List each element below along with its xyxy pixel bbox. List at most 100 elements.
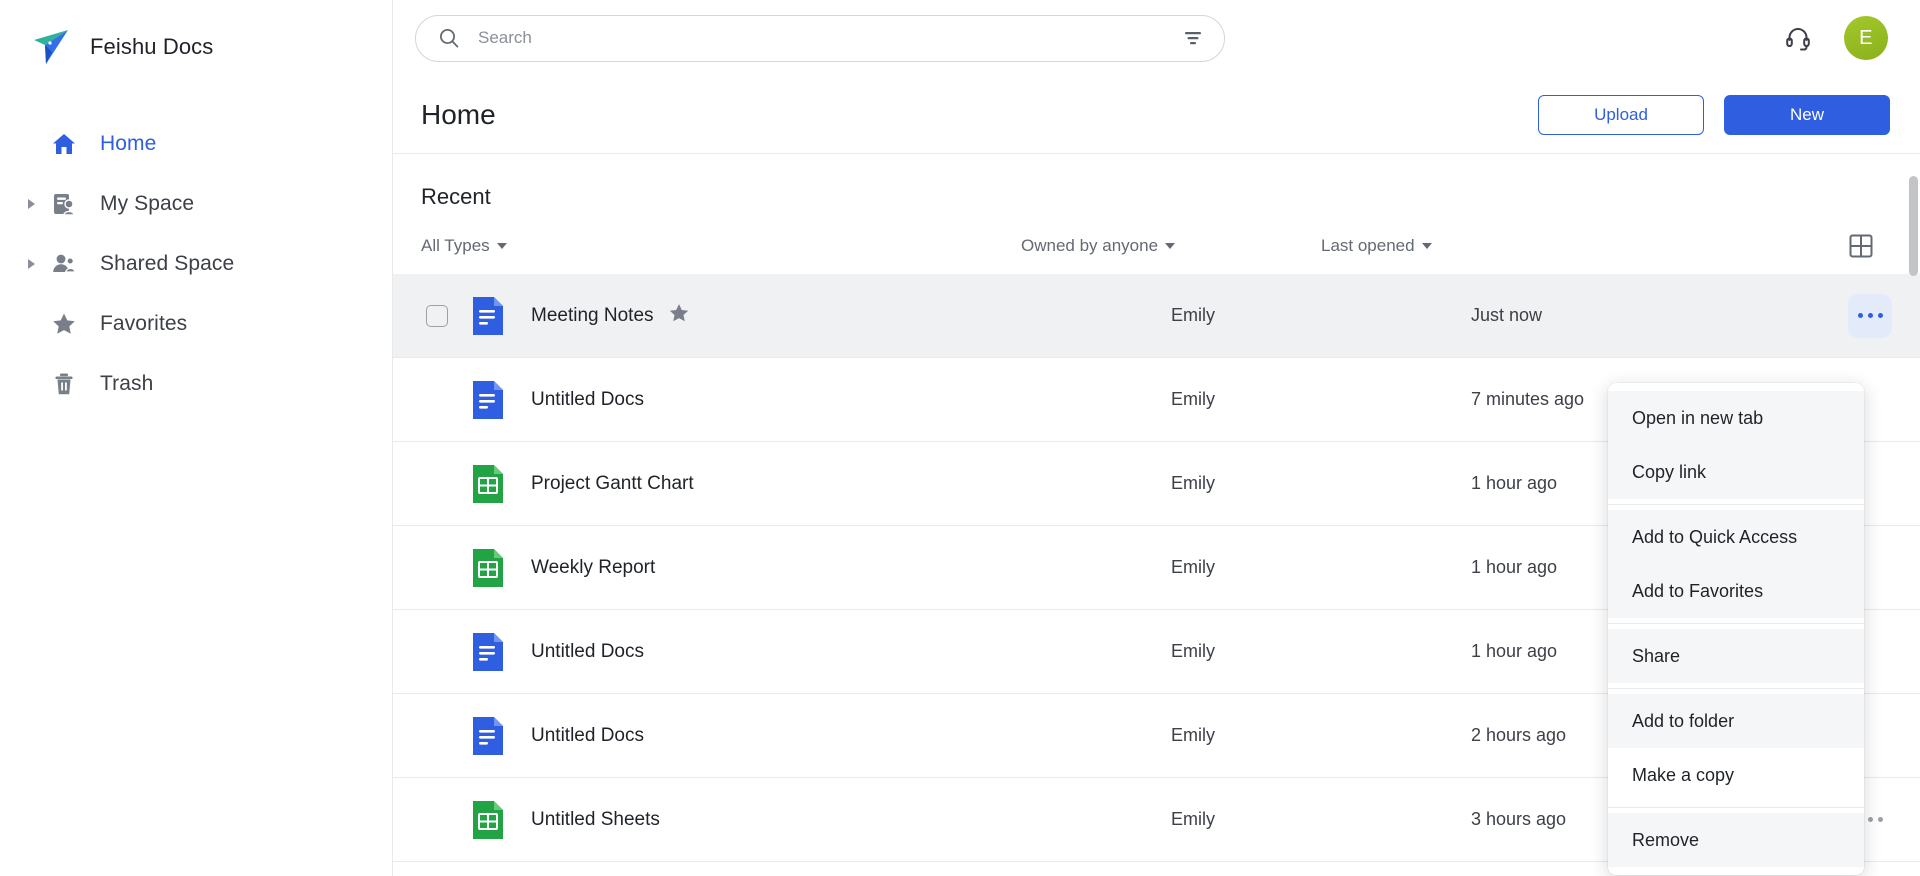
menu-divider: [1608, 623, 1864, 624]
vertical-scrollbar[interactable]: [1906, 154, 1920, 876]
my-space-icon: [44, 191, 84, 217]
sidebar-item-label: My Space: [100, 192, 195, 215]
row-checkbox[interactable]: [426, 304, 448, 327]
menu-group: Share: [1608, 629, 1864, 683]
section-title: Recent: [421, 184, 491, 209]
more-dot: [1867, 817, 1873, 822]
menu-divider: [1608, 807, 1864, 808]
row-name-cell: Project Gantt Chart: [531, 473, 1171, 495]
brand-title: Feishu Docs: [90, 34, 214, 59]
table-header: All Types Owned by anyone Last opened: [393, 218, 1920, 274]
sidebar-item-label: Trash: [100, 372, 154, 395]
upload-button[interactable]: Upload: [1538, 94, 1704, 135]
avatar[interactable]: E: [1844, 16, 1888, 60]
row-name-cell: Meeting Notes: [531, 302, 1171, 330]
chevron-right-icon[interactable]: [18, 198, 44, 210]
menu-item-share[interactable]: Share: [1608, 629, 1864, 683]
headset-icon[interactable]: [1780, 20, 1816, 56]
sidebar-item-label: Favorites: [100, 312, 188, 335]
more-dot: [1877, 313, 1883, 318]
search-input[interactable]: [478, 28, 1182, 48]
doc-icon: [471, 631, 525, 673]
sheet-icon: [471, 463, 525, 505]
trash-icon: [44, 371, 84, 397]
menu-group: Remove: [1608, 813, 1864, 867]
row-owner-cell: Emily: [1171, 557, 1215, 577]
row-name-label: Untitled Docs: [531, 724, 644, 746]
shared-space-icon: [44, 251, 84, 277]
app-window: Feishu Docs Home My Space Shared Space F…: [0, 0, 1920, 876]
top-bar: E: [393, 0, 1920, 76]
filter-all-types-label: All Types: [421, 236, 490, 255]
brand[interactable]: Feishu Docs: [0, 18, 392, 76]
filter-last-opened[interactable]: Last opened: [1321, 236, 1848, 256]
row-name-label: Untitled Docs: [531, 388, 644, 410]
menu-item-add-to-folder[interactable]: Add to folder: [1608, 694, 1864, 748]
menu-group: Add to folder Make a copy: [1608, 694, 1864, 802]
search-icon: [438, 27, 462, 49]
row-owner-cell: Emily: [1171, 641, 1215, 661]
sidebar-item-home[interactable]: Home: [14, 114, 378, 174]
sheet-icon: [471, 547, 525, 589]
filter-owner-label: Owned by anyone: [1021, 236, 1159, 255]
menu-group: Add to Quick Access Add to Favorites: [1608, 510, 1864, 618]
context-menu: Open in new tab Copy link Add to Quick A…: [1608, 383, 1864, 875]
chevron-down-icon: [496, 243, 507, 249]
scrollbar-thumb[interactable]: [1909, 176, 1918, 276]
page-title: Home: [421, 98, 496, 130]
menu-item-copy-link[interactable]: Copy link: [1608, 445, 1864, 499]
filter-owner[interactable]: Owned by anyone: [1021, 236, 1321, 256]
menu-item-open-in-new-tab[interactable]: Open in new tab: [1608, 391, 1864, 445]
row-name-label: Untitled Sheets: [531, 808, 660, 830]
row-name-cell: Untitled Sheets: [531, 809, 1171, 831]
paper-plane-icon: [30, 26, 72, 68]
row-name-label: Weekly Report: [531, 556, 656, 578]
sidebar-item-label: Home: [100, 132, 157, 155]
doc-icon: [471, 379, 525, 421]
row-name-cell: Untitled Docs: [531, 641, 1171, 663]
doc-icon: [471, 295, 525, 337]
topbar-actions: E: [1780, 16, 1892, 60]
page-header: Home Upload New: [393, 76, 1920, 154]
row-checkbox-cell: [421, 304, 453, 327]
more-dot: [1867, 313, 1873, 318]
sidebar-item-favorites[interactable]: Favorites: [14, 294, 378, 354]
sidebar-item-my-space[interactable]: My Space: [14, 174, 378, 234]
more-dot: [1877, 817, 1883, 822]
sheet-icon: [471, 799, 525, 841]
menu-item-remove[interactable]: Remove: [1608, 813, 1864, 867]
home-icon: [44, 131, 84, 157]
new-button[interactable]: New: [1724, 94, 1890, 135]
row-name-label: Untitled Docs: [531, 640, 644, 662]
row-owner-cell: Emily: [1171, 473, 1215, 493]
star-icon: [44, 311, 84, 337]
filter-all-types[interactable]: All Types: [421, 236, 1021, 256]
sidebar-item-trash[interactable]: Trash: [14, 354, 378, 414]
row-owner-cell: Emily: [1171, 305, 1215, 325]
doc-icon: [471, 715, 525, 757]
header-actions: Upload New: [1538, 94, 1890, 135]
chevron-down-icon: [1165, 243, 1176, 249]
menu-group: Open in new tab Copy link: [1608, 391, 1864, 499]
row-name-label: Meeting Notes: [531, 304, 654, 326]
filter-icon[interactable]: [1182, 29, 1204, 47]
menu-item-make-a-copy[interactable]: Make a copy: [1608, 748, 1864, 802]
row-more-button[interactable]: [1848, 293, 1892, 338]
row-owner-cell: Emily: [1171, 725, 1215, 745]
menu-item-add-to-favorites[interactable]: Add to Favorites: [1608, 564, 1864, 618]
chevron-down-icon: [1421, 243, 1432, 249]
menu-item-add-to-quick-access[interactable]: Add to Quick Access: [1608, 510, 1864, 564]
row-name-cell: Untitled Docs: [531, 725, 1171, 747]
row-more-cell: [1820, 293, 1920, 338]
star-icon[interactable]: [668, 302, 690, 330]
row-name-cell: Weekly Report: [531, 557, 1171, 579]
filter-last-opened-label: Last opened: [1321, 236, 1415, 255]
chevron-right-icon[interactable]: [18, 258, 44, 270]
sidebar-item-shared-space[interactable]: Shared Space: [14, 234, 378, 294]
table-row[interactable]: Meeting Notes Emily Just now: [393, 274, 1920, 358]
more-dot: [1857, 313, 1863, 318]
search-bar[interactable]: [415, 14, 1225, 62]
menu-divider: [1608, 688, 1864, 689]
sidebar-item-label: Shared Space: [100, 252, 235, 275]
sidebar-nav: Home My Space Shared Space Favorites Tra…: [0, 114, 392, 414]
